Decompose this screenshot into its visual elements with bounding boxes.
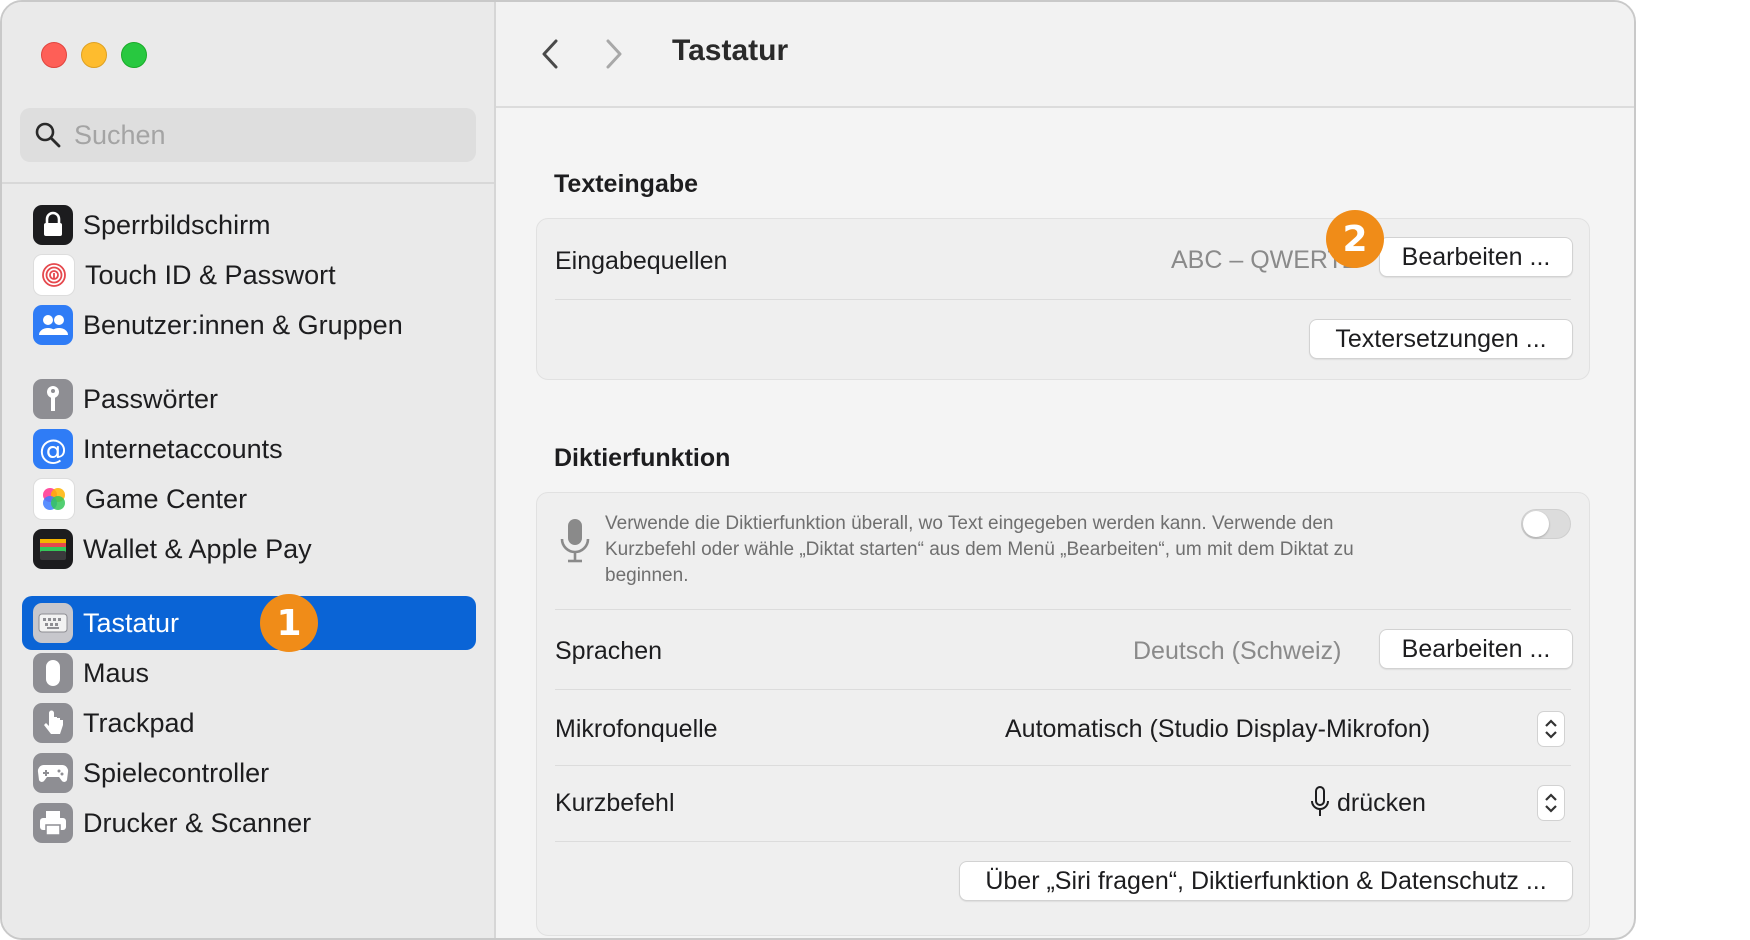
wallet-icon [33,529,73,569]
siri-privacy-button[interactable]: Über „Siri fragen“, Diktierfunktion & Da… [959,861,1573,901]
toolbar: Tastatur [496,2,1634,108]
sidebar-item-label: Touch ID & Passwort [85,259,336,290]
input-sources-edit-button[interactable]: Bearbeiten ... [1379,237,1573,277]
minimize-window-button[interactable] [81,42,107,68]
search-icon [35,122,61,148]
users-icon [33,305,73,345]
sidebar: Suchen Sperrbildschirm Touch ID & Passwo… [2,2,496,938]
text-replacements-button[interactable]: Textersetzungen ... [1309,319,1573,359]
sidebar-item-touch-id[interactable]: Touch ID & Passwort [22,248,476,302]
sidebar-item-label: Drucker & Scanner [83,807,312,838]
shortcut-stepper[interactable] [1537,785,1565,821]
settings-window: Suchen Sperrbildschirm Touch ID & Passwo… [0,0,1636,940]
languages-value: Deutsch (Schweiz) [1133,637,1342,665]
sidebar-item-game-controller[interactable]: Spielecontroller [22,746,476,800]
printer-icon [33,803,73,843]
row-divider [555,689,1571,690]
section-title-text-input: Texteingabe [554,170,699,198]
main-content: Tastatur Texteingabe Eingabequellen ABC … [496,2,1634,938]
sidebar-item-game-center[interactable]: Game Center [22,472,476,526]
sidebar-item-lock-screen[interactable]: Sperrbildschirm [22,198,476,252]
section-title-dictation: Diktierfunktion [554,444,731,472]
sidebar-item-label: Trackpad [83,707,195,738]
sidebar-item-mouse[interactable]: Maus [22,646,476,700]
gamecontroller-icon [33,753,73,793]
keyboard-icon [33,603,73,643]
fingerprint-icon [33,254,75,296]
input-sources-label: Eingabequellen [555,246,728,275]
shortcut-popup[interactable]: drücken [1337,789,1426,818]
languages-edit-button[interactable]: Bearbeiten ... [1379,629,1573,669]
sidebar-item-label: Maus [83,657,150,688]
sidebar-item-wallet[interactable]: Wallet & Apple Pay [22,522,476,576]
search-input[interactable]: Suchen [20,108,476,162]
mic-source-label: Mikrofonquelle [555,715,718,743]
sidebar-item-label: Wallet & Apple Pay [83,533,312,564]
shortcut-mic-icon [1309,785,1331,824]
sidebar-item-label: Tastatur [83,607,180,638]
dictation-card: Verwende die Diktierfunktion überall, wo… [536,492,1590,936]
lock-icon [33,205,73,245]
row-divider [555,609,1571,610]
sidebar-item-printers[interactable]: Drucker & Scanner [22,796,476,850]
close-window-button[interactable] [41,42,67,68]
step-badge-2: 2 [1326,210,1384,268]
languages-label: Sprachen [555,637,663,665]
sidebar-item-passwords[interactable]: Passwörter [22,372,476,426]
step-badge-1: 1 [260,594,318,652]
up-down-chevron-icon [1545,793,1557,813]
mouse-icon [33,653,73,693]
trackpad-icon [33,703,73,743]
up-down-chevron-icon [1545,719,1557,739]
page-title: Tastatur [672,34,789,67]
sidebar-item-label: Spielecontroller [83,757,270,788]
shortcut-label: Kurzbefehl [555,789,675,817]
game-center-icon [33,478,75,520]
row-divider [555,841,1571,842]
back-button[interactable] [530,32,570,76]
chevron-left-icon [542,39,558,69]
mic-source-stepper[interactable] [1537,711,1565,747]
sidebar-item-internet-accounts[interactable]: @ Internetaccounts [22,422,476,476]
sidebar-item-trackpad[interactable]: Trackpad [22,696,476,750]
sidebar-item-keyboard[interactable]: Tastatur [22,596,476,650]
dictation-toggle[interactable] [1521,509,1571,539]
forward-button[interactable] [594,32,634,76]
sidebar-item-label: Benutzer:innen & Gruppen [83,309,403,340]
sidebar-divider [2,182,494,184]
sidebar-item-label: Game Center [85,483,248,514]
sidebar-item-label: Passwörter [83,383,219,414]
microphone-icon [559,517,591,570]
row-divider [555,765,1571,766]
key-icon [33,379,73,419]
chevron-right-icon [606,39,622,69]
sidebar-item-users[interactable]: Benutzer:innen & Gruppen [22,298,476,352]
row-divider [555,299,1571,300]
text-input-card: Eingabequellen ABC – QWERTZ Bearbeiten .… [536,218,1590,380]
sidebar-item-label: Internetaccounts [83,433,283,464]
zoom-window-button[interactable] [121,42,147,68]
dictation-description: Verwende die Diktierfunktion überall, wo… [605,513,1354,586]
mic-source-popup[interactable]: Automatisch (Studio Display-Mikrofon) [1005,715,1430,744]
at-icon: @ [33,429,73,469]
search-placeholder: Suchen [74,119,166,150]
sidebar-item-label: Sperrbildschirm [83,209,271,240]
